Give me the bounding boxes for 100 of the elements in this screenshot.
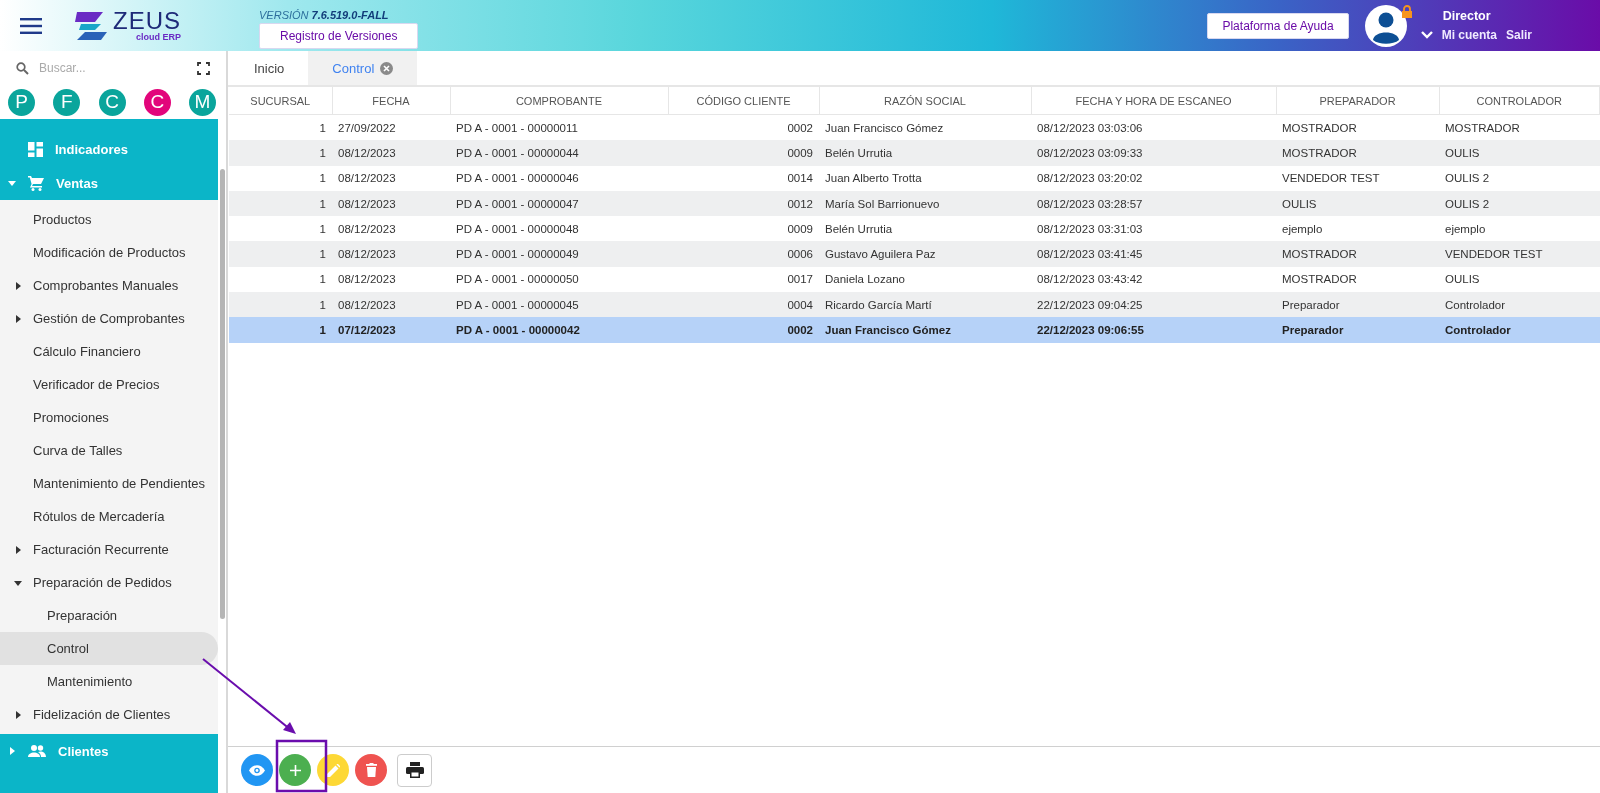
column-header[interactable]: SUCURSAL (229, 87, 332, 115)
table-cell: María Sol Barrionuevo (819, 190, 1031, 217)
table-row[interactable]: 1 08/12/2023 PD A - 0001 - 00000046 0014 Juan Alberto Trotta 08/12/2023 03:20:02 VENDEDOR TEST OULIS 2 (229, 165, 1600, 191)
column-header[interactable]: CÓDIGO CLIENTE (668, 87, 819, 115)
caret-icon (14, 314, 22, 323)
version-label: VERSIÓN (259, 8, 309, 21)
sidebar-item[interactable]: Gestión de Comprobantes (0, 302, 218, 335)
column-header[interactable]: COMPROBANTE (450, 87, 668, 115)
table-row[interactable]: 1 07/12/2023 PD A - 0001 - 00000042 0002 Juan Francisco Gómez 22/12/2023 09:06:55 Preparador Controlador (229, 317, 1600, 343)
dashboard-icon (28, 141, 43, 157)
caret-icon (14, 578, 22, 587)
version-number: 7.6.519.0-FALL (311, 8, 389, 21)
sidebar-item[interactable]: Cálculo Financiero (0, 335, 218, 368)
shortcut-avatar[interactable]: C (143, 88, 171, 116)
table-row[interactable]: 1 08/12/2023 PD A - 0001 - 00000047 0012 María Sol Barrionuevo 08/12/2023 03:28:57 OULIS OULIS 2 (229, 190, 1600, 217)
sidebar-item[interactable]: Mantenimiento (0, 665, 218, 698)
table-cell: Controlador (1439, 317, 1600, 343)
table-row[interactable]: 1 08/12/2023 PD A - 0001 - 00000045 0004 Ricardo García Martí 22/12/2023 09:04:25 Preparador Controlador (229, 292, 1600, 318)
column-header[interactable]: RAZÓN SOCIAL (819, 87, 1031, 115)
table-cell: 08/12/2023 03:03:06 (1031, 114, 1276, 141)
sidebar-item[interactable]: Comprobantes Manuales (0, 269, 218, 302)
delete-button[interactable] (355, 754, 387, 786)
chevron-down-icon[interactable] (1420, 31, 1433, 39)
sidebar-item[interactable]: Fidelización de Clientes (0, 698, 218, 731)
column-header[interactable]: PREPARADOR (1276, 87, 1439, 115)
sidebar-item[interactable]: Rótulos de Mercadería (0, 500, 218, 533)
table-cell: PD A - 0001 - 00000042 (450, 317, 668, 343)
sidebar-item[interactable]: Preparación (0, 599, 218, 632)
table-cell: MOSTRADOR (1439, 114, 1600, 141)
table-cell: VENDEDOR TEST (1439, 241, 1600, 267)
table-cell: 1 (229, 114, 332, 141)
table-cell: OULIS 2 (1439, 165, 1600, 191)
table-cell: 1 (229, 140, 332, 166)
sidebar-item[interactable]: Mantenimiento de Pendientes (0, 467, 218, 500)
table-cell: 22/12/2023 09:06:55 (1031, 317, 1276, 343)
table-cell: OULIS 2 (1439, 190, 1600, 217)
sidebar-item[interactable]: Modificación de Productos (0, 236, 218, 269)
caret-icon (8, 747, 16, 755)
table-cell: 22/12/2023 09:04:25 (1031, 292, 1276, 318)
table-cell: OULIS (1439, 140, 1600, 166)
table-cell: OULIS (1439, 266, 1600, 293)
fullscreen-icon[interactable] (197, 61, 210, 75)
add-button[interactable] (279, 754, 311, 786)
versions-button[interactable]: Registro de Versiones (259, 22, 419, 49)
sidebar-item[interactable]: Productos (0, 203, 218, 236)
table-cell: 08/12/2023 (332, 292, 450, 318)
logout-link[interactable]: Salir (1506, 28, 1532, 42)
table-cell: Juan Francisco Gómez (819, 317, 1031, 343)
scrollbar[interactable] (220, 169, 225, 619)
table-cell: OULIS (1276, 190, 1439, 217)
table-cell: MOSTRADOR (1276, 140, 1439, 166)
sidebar-item[interactable]: Curva de Talles (0, 434, 218, 467)
search-icon (16, 61, 29, 75)
view-button[interactable] (241, 754, 273, 786)
account-link[interactable]: Mi cuenta (1441, 28, 1497, 42)
table-cell: 0009 (668, 216, 819, 242)
table-cell: VENDEDOR TEST (1276, 165, 1439, 191)
table-cell: 08/12/2023 03:09:33 (1031, 140, 1276, 166)
table-row[interactable]: 1 08/12/2023 PD A - 0001 - 00000048 0009 Belén Urrutia 08/12/2023 03:31:03 ejemplo ejemplo (229, 216, 1600, 242)
avatar-icon[interactable] (1364, 4, 1407, 47)
table-cell: 27/09/2022 (332, 114, 450, 141)
column-header[interactable]: FECHA Y HORA DE ESCANEO (1031, 87, 1276, 115)
table-cell: ejemplo (1439, 216, 1600, 242)
table-row[interactable]: 1 27/09/2022 PD A - 0001 - 00000011 0002 Juan Francisco Gómez 08/12/2023 03:03:06 MOSTRADOR MOSTRADOR (229, 114, 1600, 141)
table-cell: 08/12/2023 (332, 241, 450, 267)
table-cell: 08/12/2023 (332, 266, 450, 293)
table-row[interactable]: 1 08/12/2023 PD A - 0001 - 00000050 0017 Daniela Lozano 08/12/2023 03:43:42 MOSTRADOR OULIS (229, 266, 1600, 293)
column-header[interactable]: CONTROLADOR (1439, 87, 1600, 115)
sidebar-item[interactable]: Preparación de Pedidos (0, 566, 218, 599)
table-cell: 08/12/2023 03:43:42 (1031, 266, 1276, 293)
table-cell: 08/12/2023 03:28:57 (1031, 190, 1276, 217)
table-cell: 08/12/2023 03:31:03 (1031, 216, 1276, 242)
table-cell: Juan Francisco Gómez (819, 114, 1031, 141)
table-row[interactable]: 1 08/12/2023 PD A - 0001 - 00000044 0009 Belén Urrutia 08/12/2023 03:09:33 MOSTRADOR OULIS (229, 140, 1600, 166)
edit-button[interactable] (317, 754, 349, 786)
table-cell: Ricardo García Martí (819, 292, 1031, 318)
plus-icon (289, 764, 301, 776)
sidebar-item[interactable]: Promociones (0, 401, 218, 434)
help-button[interactable]: Plataforma de Ayuda (1207, 12, 1349, 39)
table-cell: PD A - 0001 - 00000045 (450, 292, 668, 318)
table-cell: 0004 (668, 292, 819, 318)
sidebar-item[interactable]: Control (0, 632, 218, 665)
table-cell: 1 (229, 216, 332, 242)
table-cell: Daniela Lozano (819, 266, 1031, 293)
table-cell: 0012 (668, 190, 819, 217)
table-cell: MOSTRADOR (1276, 266, 1439, 293)
table-cell: Controlador (1439, 292, 1600, 318)
logo-name: ZEUS (113, 9, 181, 33)
print-button[interactable] (397, 753, 432, 787)
table-cell: 08/12/2023 (332, 140, 450, 166)
table-cell: 1 (229, 190, 332, 217)
printer-icon (405, 762, 424, 778)
close-icon[interactable] (380, 61, 394, 75)
column-header[interactable]: FECHA (332, 87, 450, 115)
sidebar-item[interactable]: Facturación Recurrente (0, 533, 218, 566)
table-cell: PD A - 0001 - 00000011 (450, 114, 668, 141)
table-row[interactable]: 1 08/12/2023 PD A - 0001 - 00000049 0006 Gustavo Aguilera Paz 08/12/2023 03:41:45 MOSTRADOR VENDEDOR TEST (229, 241, 1600, 267)
sidebar-item[interactable]: Verificador de Precios (0, 368, 218, 401)
table-cell: 1 (229, 241, 332, 267)
eye-icon (249, 764, 265, 776)
